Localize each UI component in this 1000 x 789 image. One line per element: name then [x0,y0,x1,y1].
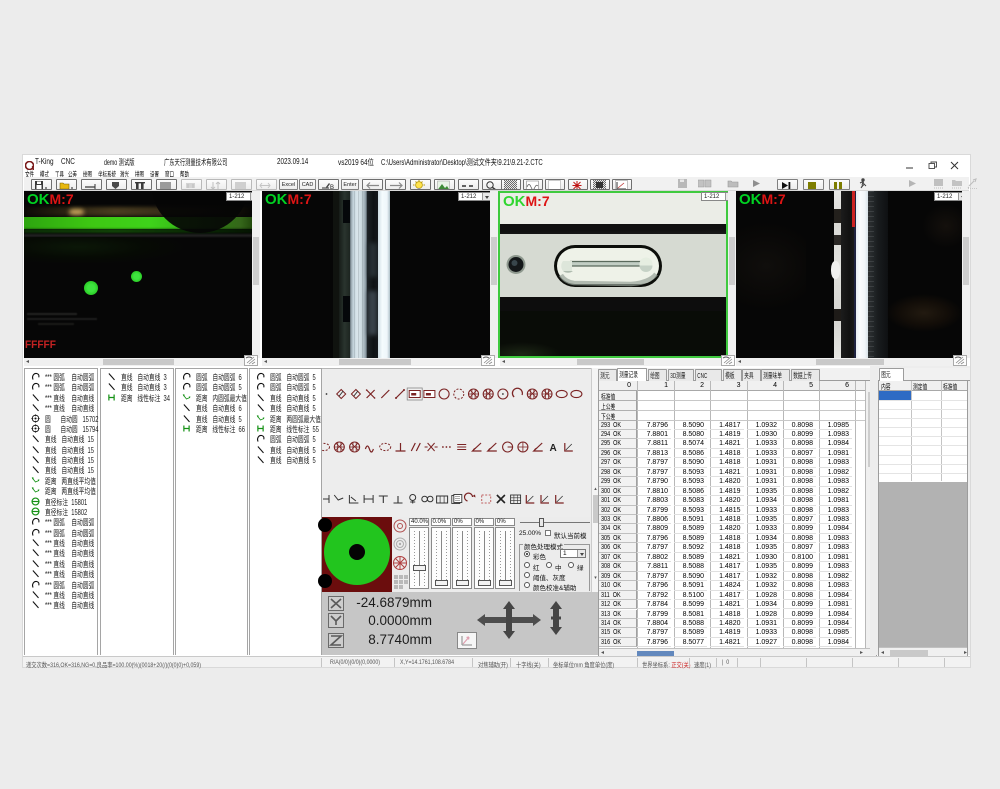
svg-text:A: A [550,443,557,454]
svg-text:B: B [330,185,334,191]
